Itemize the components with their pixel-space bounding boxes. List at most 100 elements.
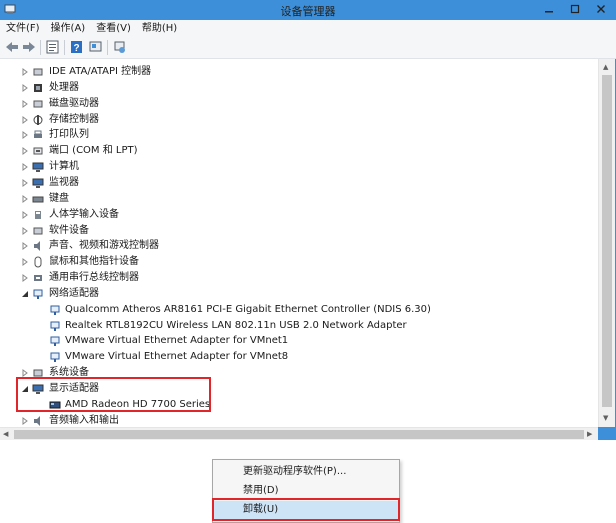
tree-item-label: 显示适配器: [49, 383, 99, 394]
maximize-button[interactable]: [562, 0, 588, 18]
disk-drive-icon: [33, 100, 43, 108]
tree-category[interactable]: 磁盘驱动器: [0, 96, 598, 112]
printer-icon: [34, 130, 42, 139]
processor-icon: [34, 83, 42, 92]
collapsed-arrow-icon[interactable]: [22, 258, 29, 267]
tree-category[interactable]: 监视器: [0, 175, 598, 191]
close-icon: [597, 5, 605, 13]
scan-hardware-icon[interactable]: [88, 40, 104, 54]
tree-category[interactable]: 通用串行总线控制器: [0, 270, 598, 286]
vertical-scrollbar[interactable]: ▲ ▼: [598, 59, 615, 427]
properties-icon[interactable]: [45, 40, 61, 54]
keyboard-icon: [32, 196, 44, 203]
tree-category[interactable]: 软件设备: [0, 223, 598, 239]
tree-item-label: IDE ATA/ATAPI 控制器: [49, 66, 152, 77]
collapsed-arrow-icon[interactable]: [22, 274, 29, 283]
menu-file[interactable]: 文件(F): [0, 20, 45, 37]
tree-device[interactable]: Qualcomm Atheros AR8161 PCI-E Gigabit Et…: [0, 302, 598, 318]
network-device-icon: [50, 321, 60, 331]
sound-icon: [34, 241, 40, 252]
collapsed-arrow-icon[interactable]: [22, 194, 29, 203]
tree-category[interactable]: 键盘: [0, 191, 598, 207]
collapsed-arrow-icon[interactable]: [22, 210, 29, 219]
tree-item-label: Qualcomm Atheros AR8161 PCI-E Gigabit Et…: [65, 303, 431, 315]
tree-category[interactable]: 网络适配器: [0, 286, 598, 302]
expanded-arrow-icon[interactable]: [22, 290, 29, 298]
tree-device[interactable]: Realtek RTL8192CU Wireless LAN 802.11n U…: [0, 318, 598, 334]
back-arrow-icon[interactable]: [4, 40, 20, 54]
expanded-arrow-icon[interactable]: [22, 385, 29, 393]
update-driver-label: 更新驱动程序软件(P)...: [243, 466, 347, 477]
close-button[interactable]: [588, 0, 614, 18]
display-card-icon: [49, 401, 61, 409]
forward-arrow-icon[interactable]: [21, 40, 37, 54]
device-tree: IDE ATA/ATAPI 控制器处理器 磁盘驱动器 存储控制器打印队列端口 (CO…: [0, 59, 598, 427]
tree-category[interactable]: 显示适配器: [0, 381, 598, 397]
collapsed-arrow-icon[interactable]: [22, 178, 29, 187]
tree-category[interactable]: 打印队列: [0, 127, 598, 143]
computer-icon: [32, 162, 44, 173]
tree-category[interactable]: 处理器: [0, 80, 598, 96]
tree-item-label: 打印队列: [49, 129, 89, 141]
maximize-icon: [570, 4, 580, 14]
title-bar[interactable]: 设备管理器: [0, 0, 616, 20]
tree-item-label: 计算机: [49, 161, 79, 173]
menu-view[interactable]: 查看(V): [90, 20, 136, 37]
system-device-icon: [33, 369, 43, 377]
menu-action[interactable]: 操作(A): [45, 20, 91, 37]
collapsed-arrow-icon[interactable]: [22, 147, 29, 156]
network-adapter-icon: [33, 289, 43, 299]
tree-category[interactable]: 计算机: [0, 159, 598, 175]
tree-category[interactable]: 端口 (COM 和 LPT): [0, 143, 598, 159]
collapsed-arrow-icon[interactable]: [22, 131, 29, 140]
minimize-icon: [545, 11, 553, 13]
tree-category[interactable]: 人体学输入设备: [0, 207, 598, 223]
collapsed-arrow-icon[interactable]: [22, 115, 29, 124]
collapsed-arrow-icon[interactable]: [22, 416, 29, 425]
vertical-scroll-thumb[interactable]: [602, 75, 612, 407]
tree-item-label: 通用串行总线控制器: [49, 272, 139, 284]
tree-item-label: 系统设备: [49, 367, 89, 379]
collapsed-arrow-icon[interactable]: [22, 99, 29, 108]
help-icon[interactable]: ?: [69, 40, 85, 54]
tree-device[interactable]: VMware Virtual Ethernet Adapter for VMne…: [0, 349, 598, 365]
device-manager-window: 设备管理器 文件(F) 操作(A) 查看(V) 帮助(H) ? IDE ATA/…: [0, 0, 616, 440]
minimize-button[interactable]: [536, 0, 562, 18]
tree-category[interactable]: IDE ATA/ATAPI 控制器: [0, 64, 598, 80]
window-title: 设备管理器: [280, 5, 336, 18]
usb-icon: [34, 275, 42, 282]
collapsed-arrow-icon[interactable]: [22, 68, 29, 76]
network-device-icon: [50, 352, 60, 363]
tree-item-label: 声音、视频和游戏控制器: [49, 240, 159, 252]
collapsed-arrow-icon[interactable]: [22, 226, 29, 235]
display-adapter-icon: [32, 384, 44, 394]
collapsed-arrow-icon[interactable]: [22, 242, 29, 251]
tree-device[interactable]: VMware Virtual Ethernet Adapter for VMne…: [0, 333, 598, 349]
uninstall-highlight: [212, 498, 400, 521]
scroll-up-arrow-icon[interactable]: ▲: [603, 63, 608, 71]
tree-item-label: 存储控制器: [49, 113, 99, 125]
collapsed-arrow-icon[interactable]: [22, 163, 29, 172]
scroll-left-arrow-icon[interactable]: ◀: [3, 430, 8, 438]
context-menu-update-driver[interactable]: 更新驱动程序软件(P)...: [213, 463, 399, 481]
tree-category[interactable]: 系统设备: [0, 365, 598, 381]
scroll-down-arrow-icon[interactable]: ▼: [603, 414, 608, 422]
tree-category[interactable]: 音频输入和输出: [0, 413, 598, 427]
tree-device[interactable]: AMD Radeon HD 7700 Series: [0, 397, 598, 413]
monitor-icon: [32, 178, 44, 188]
menu-help[interactable]: 帮助(H): [136, 20, 182, 37]
tree-category[interactable]: 鼠标和其他指针设备: [0, 254, 598, 270]
update-driver-icon[interactable]: [112, 40, 128, 54]
tree-item-label: 键盘: [49, 192, 69, 204]
hid-icon: [35, 210, 41, 219]
tree-category[interactable]: 存储控制器: [0, 112, 598, 128]
collapsed-arrow-icon[interactable]: [22, 83, 29, 92]
collapsed-arrow-icon[interactable]: [22, 369, 29, 378]
tree-category[interactable]: 声音、视频和游戏控制器: [0, 238, 598, 254]
menu-bar: 文件(F) 操作(A) 查看(V) 帮助(H): [0, 20, 616, 37]
scroll-right-arrow-icon[interactable]: ▶: [587, 430, 592, 438]
storage-controller-icon: [33, 114, 43, 125]
software-device-icon: [33, 227, 43, 234]
horizontal-scroll-thumb[interactable]: [14, 430, 584, 439]
horizontal-scrollbar[interactable]: ◀ ▶: [0, 427, 598, 440]
